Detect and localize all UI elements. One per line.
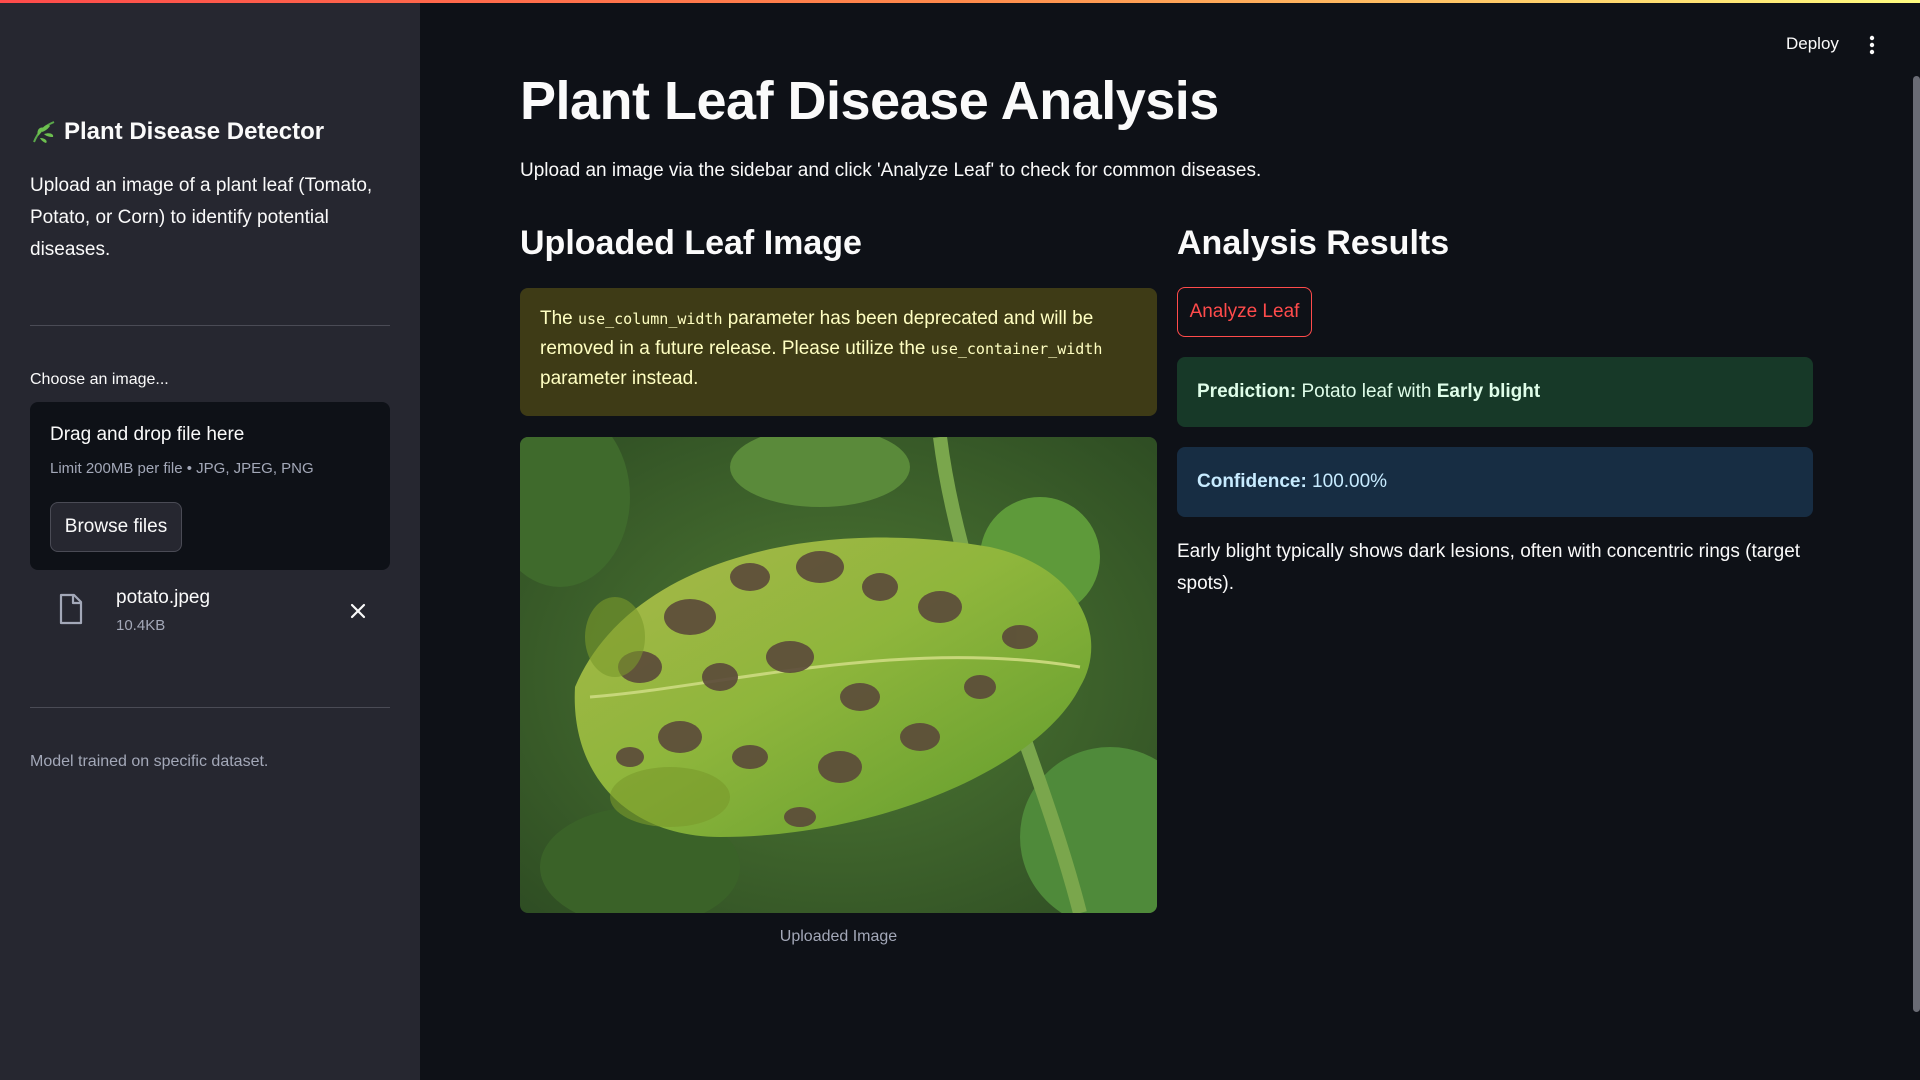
confidence-alert: Confidence: 100.00% bbox=[1177, 447, 1813, 517]
dropzone-limit: Limit 200MB per file • JPG, JPEG, PNG bbox=[50, 460, 314, 477]
confidence-label: Confidence: bbox=[1197, 471, 1307, 492]
uploaded-image-heading: Uploaded Leaf Image bbox=[520, 224, 862, 262]
sidebar-title: Plant Disease Detector bbox=[30, 118, 324, 146]
prediction-label: Prediction: bbox=[1197, 381, 1297, 402]
file-icon bbox=[58, 593, 84, 625]
result-description: Early blight typically shows dark lesion… bbox=[1177, 541, 1801, 594]
dropzone-title: Drag and drop file here bbox=[50, 424, 245, 445]
warning-code-column-width: use_column_width bbox=[578, 310, 723, 328]
warning-text-pre: The bbox=[540, 308, 579, 329]
file-size: 10.4KB bbox=[116, 617, 166, 634]
image-caption: Uploaded Image bbox=[779, 928, 898, 945]
prediction-text: Potato leaf with bbox=[1296, 381, 1437, 402]
warning-text-post: parameter instead. bbox=[540, 368, 699, 389]
deploy-button[interactable]: Deploy bbox=[1786, 34, 1839, 54]
warning-code-container-width: use_container_width bbox=[930, 340, 1103, 358]
close-icon[interactable] bbox=[348, 601, 368, 621]
analyze-leaf-button[interactable]: Analyze Leaf bbox=[1177, 287, 1312, 337]
sidebar-title-text: Plant Disease Detector bbox=[64, 118, 325, 145]
more-vertical-icon[interactable] bbox=[1862, 34, 1882, 56]
sidebar-divider-top bbox=[30, 325, 390, 326]
analysis-results-heading: Analysis Results bbox=[1177, 224, 1450, 262]
prediction-alert: Prediction: Potato leaf with Early bligh… bbox=[1177, 357, 1813, 427]
page-title: Plant Leaf Disease Analysis bbox=[520, 71, 1219, 131]
deprecation-warning: The use_column_width parameter has been … bbox=[520, 288, 1157, 416]
sidebar-description: Upload an image of a plant leaf (Tomato,… bbox=[30, 175, 373, 260]
sidebar-divider-bottom bbox=[30, 707, 390, 708]
uploader-label: Choose an image... bbox=[30, 371, 169, 388]
uploaded-leaf-image bbox=[520, 437, 1157, 913]
sidebar-footer: Model trained on specific dataset. bbox=[30, 753, 269, 770]
browse-files-button[interactable]: Browse files bbox=[50, 502, 182, 552]
page-description: Upload an image via the sidebar and clic… bbox=[520, 160, 1262, 181]
scrollbar[interactable] bbox=[1913, 76, 1920, 1012]
uploaded-file-item: potato.jpeg 10.4KB bbox=[30, 585, 390, 645]
confidence-value: 100.00% bbox=[1306, 471, 1388, 492]
file-name: potato.jpeg bbox=[116, 587, 211, 608]
file-dropzone[interactable]: Drag and drop file here Limit 200MB per … bbox=[30, 402, 390, 570]
sidebar: Plant Disease Detector Upload an image o… bbox=[0, 0, 420, 1080]
prediction-disease: Early blight bbox=[1436, 381, 1541, 402]
top-decoration-bar bbox=[0, 0, 1920, 3]
leaf-icon bbox=[30, 118, 58, 146]
